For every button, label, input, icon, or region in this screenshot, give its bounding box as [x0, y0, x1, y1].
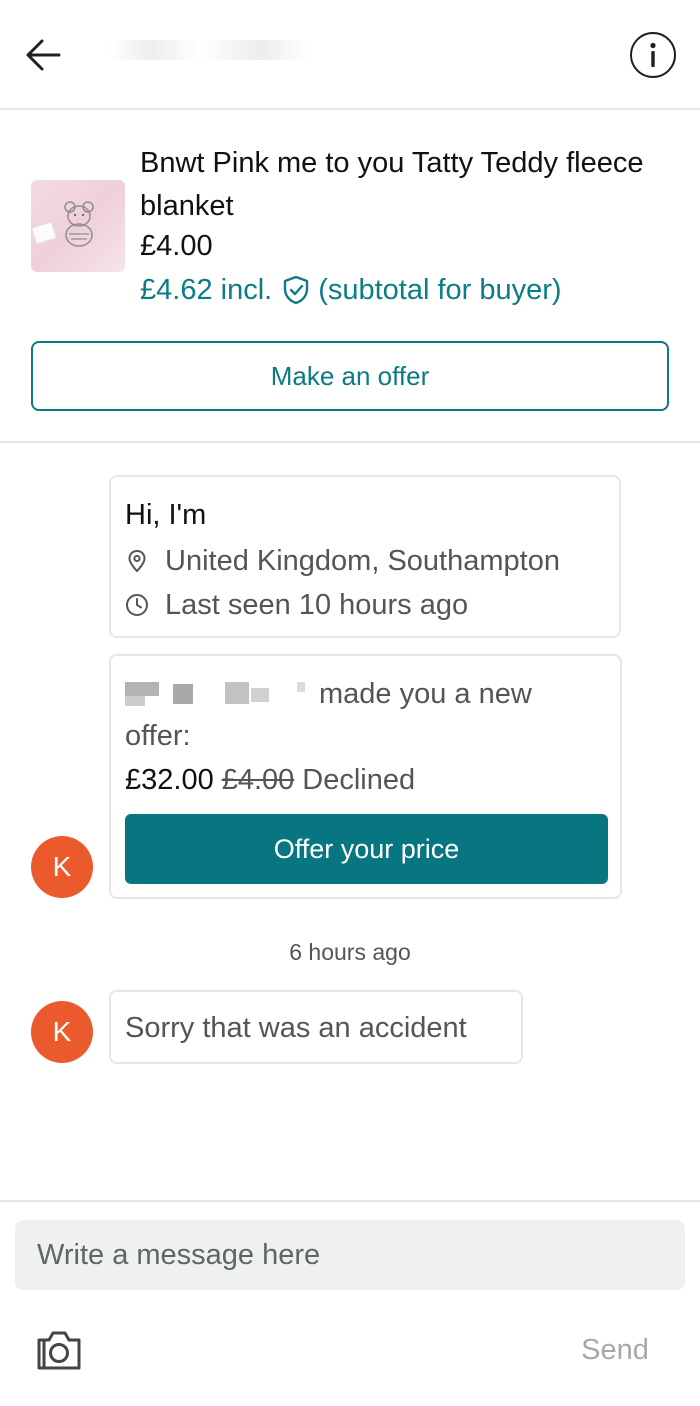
make-offer-button[interactable]: Make an offer: [31, 341, 669, 411]
redacted-sender-name: [125, 676, 315, 712]
message-composer: Send: [0, 1200, 700, 1406]
item-thumbnail[interactable]: [31, 180, 125, 272]
buyer-subtotal-note: (subtotal for buyer): [318, 274, 562, 306]
message-input[interactable]: [15, 1220, 685, 1290]
avatar[interactable]: K: [31, 836, 93, 898]
item-price: £4.00: [140, 230, 213, 262]
item-title[interactable]: Bnwt Pink me to you Tatty Teddy fleece b…: [140, 142, 660, 228]
offer-new-price: £32.00: [125, 764, 214, 796]
item-summary: Bnwt Pink me to you Tatty Teddy fleece b…: [0, 112, 700, 443]
shield-check-icon: [284, 275, 309, 305]
info-button[interactable]: [630, 32, 676, 78]
top-bar: [0, 0, 700, 110]
location-row: United Kingdom, Southampton: [125, 539, 560, 583]
location-pin-icon: [128, 549, 146, 573]
teddy-bear-icon: [64, 201, 94, 247]
seller-intro-card: Hi, I'm United Kingdom, Southampton Last…: [109, 475, 621, 638]
last-seen-text: Last seen 10 hours ago: [165, 588, 469, 621]
offer-text-line1: made you a new: [319, 678, 532, 710]
location-text: United Kingdom, Southampton: [165, 544, 560, 577]
item-price-incl-protection[interactable]: £4.62 incl. (subtotal for buyer): [140, 270, 562, 310]
offer-text-line2: offer:: [125, 720, 191, 752]
last-seen-row: Last seen 10 hours ago: [125, 583, 468, 627]
offer-status: Declined: [302, 764, 416, 796]
offer-your-price-button[interactable]: Offer your price: [125, 814, 608, 884]
send-button[interactable]: Send: [570, 1330, 660, 1370]
redacted-username: [110, 40, 310, 60]
chat-message-text: Sorry that was an accident: [125, 1012, 467, 1044]
chat-message-bubble: Sorry that was an accident: [109, 990, 523, 1064]
back-button[interactable]: [22, 34, 64, 76]
avatar[interactable]: K: [31, 1001, 93, 1063]
offer-message-card: made you a new offer: £32.00 £4.00 Decline…: [109, 654, 622, 899]
clock-icon: [126, 594, 148, 616]
camera-button[interactable]: [35, 1328, 83, 1372]
message-timestamp: 6 hours ago: [289, 939, 411, 965]
camera-icon: [37, 1331, 81, 1370]
item-tag-graphic: [31, 221, 58, 245]
info-icon: [650, 42, 656, 67]
price-incl-text: £4.62 incl.: [140, 274, 273, 306]
offer-prices: £32.00 £4.00 Declined: [125, 758, 415, 802]
offer-original-price: £4.00: [221, 764, 295, 796]
arrow-left-icon: [26, 39, 61, 71]
greeting-text: Hi, I'm: [125, 499, 207, 531]
